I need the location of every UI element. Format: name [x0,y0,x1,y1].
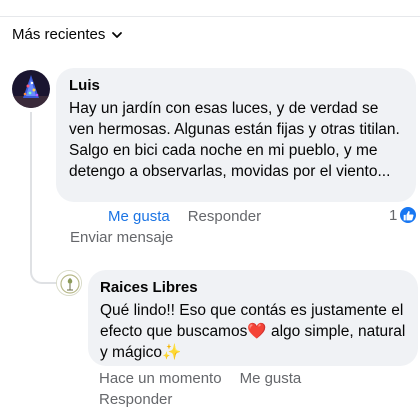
reply-actions: Hace un momento Me gusta [99,370,301,387]
top-divider [0,16,420,17]
like-button[interactable]: Me gusta [108,208,170,225]
comment-text: Hay un jardín con esas luces, y de verda… [69,100,400,180]
avatar[interactable] [56,270,82,296]
sort-dropdown[interactable]: Más recientes [12,26,123,43]
reaction-count: 1 [389,206,398,224]
reply-bubble: Raices Libres Qué lindo!! Eso que contás… [88,270,418,366]
thumbs-up-icon [399,206,418,224]
avatar-photo [12,70,50,108]
reply-button[interactable]: Responder [188,208,261,225]
timestamp[interactable]: Hace un momento [99,370,222,387]
comment-actions: Me gusta Responder [108,208,261,225]
sort-label: Más recientes [12,26,106,43]
reaction-summary[interactable]: 1 [389,206,418,224]
brand-logo [57,271,81,295]
reply-text: Qué lindo!! Eso que contás es justamente… [100,302,406,361]
avatar[interactable] [12,70,50,108]
like-button[interactable]: Me gusta [240,370,302,387]
reply-author[interactable]: Raices Libres [100,278,406,297]
comment-bubble: Luis Hay un jardín con esas luces, y de … [56,68,416,202]
chevron-down-icon [112,31,123,38]
comment-author[interactable]: Luis [69,76,404,95]
reply-button[interactable]: Responder [99,391,172,408]
send-message-button[interactable]: Enviar mensaje [70,229,173,246]
